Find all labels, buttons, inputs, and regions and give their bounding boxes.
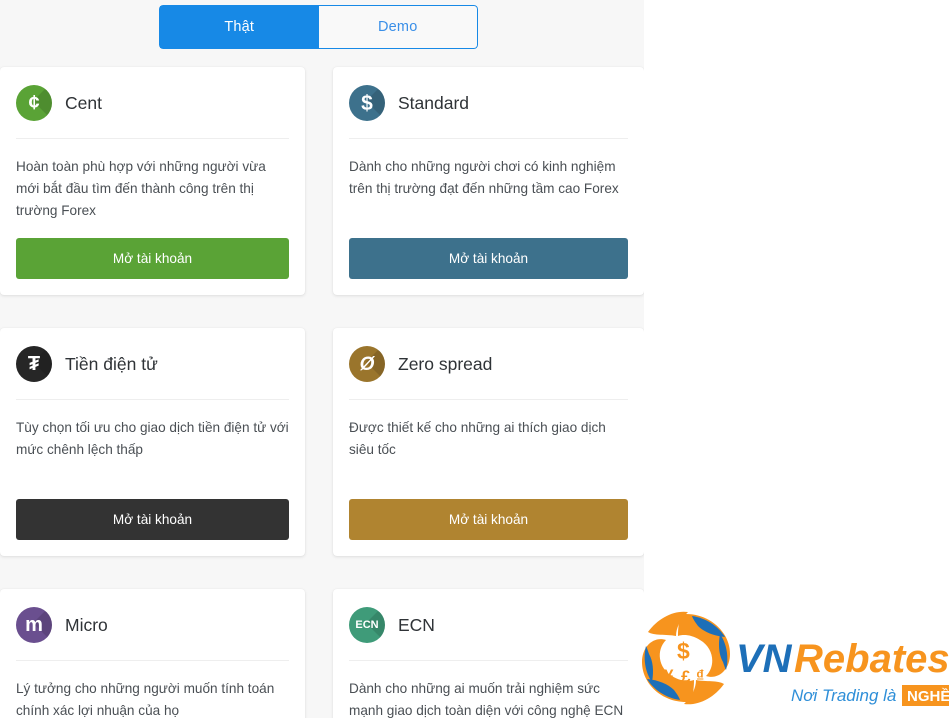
account-card-zero-spread: Ø Zero spread Được thiết kế cho những ai…	[333, 328, 644, 557]
card-title-ecn: ECN	[398, 614, 435, 635]
card-description-micro: Lý tưởng cho những người muốn tính toán …	[16, 681, 275, 718]
account-card-ecn: ECN ECN Dành cho những ai muốn trải nghi…	[333, 589, 644, 718]
micro-m-icon: m	[16, 607, 52, 644]
account-type-toggle[interactable]: Thật Demo	[159, 5, 478, 49]
account-card-crypto: ₮ Tiền điện tử Tùy chọn tối ưu cho giao …	[0, 328, 305, 557]
account-card-micro: m Micro Lý tưởng cho những người muốn tí…	[0, 589, 305, 718]
card-title-standard: Standard	[398, 92, 470, 113]
card-description-cent: Hoàn toàn phù hợp với những người vừa mớ…	[16, 159, 266, 219]
tab-demo-account[interactable]: Demo	[318, 5, 478, 49]
card-cell-standard: $ Standard Dành cho những người chơi có …	[322, 67, 644, 328]
card-header: ECN ECN	[349, 607, 628, 662]
tether-icon: ₮	[16, 346, 52, 383]
ecn-icon: ECN	[349, 607, 385, 644]
logo-mark: $ ¥ £ ₫	[642, 611, 730, 705]
card-description-ecn: Dành cho những ai muốn trải nghiệm sức m…	[349, 681, 624, 718]
open-account-button-standard[interactable]: Mở tài khoản	[349, 238, 628, 279]
logo-symbol-yen: ¥	[664, 666, 674, 685]
logo-symbol-pound: £	[681, 667, 691, 686]
logo-tagline: Nơi Trading là	[791, 686, 896, 705]
card-description-crypto: Tùy chọn tối ưu cho giao dịch tiền điện …	[16, 420, 289, 458]
open-account-button-zero-spread[interactable]: Mở tài khoản	[349, 499, 628, 541]
logo-tagline-nghe: NGHỀ	[907, 688, 950, 705]
card-cell-crypto: ₮ Tiền điện tử Tùy chọn tối ưu cho giao …	[0, 328, 322, 589]
card-title-crypto: Tiền điện tử	[65, 353, 158, 374]
card-cell-micro: m Micro Lý tưởng cho những người muốn tí…	[0, 589, 322, 718]
card-header: Ø Zero spread	[349, 346, 628, 401]
vnrebates-logo: $ ¥ £ ₫ VN Rebates Nơi Trading là NGHỀ	[640, 606, 952, 718]
logo-symbol-dollar: $	[677, 638, 690, 664]
account-card-standard: $ Standard Dành cho những người chơi có …	[333, 67, 644, 295]
card-cell-cent: ¢ Cent Hoàn toàn phù hợp với những người…	[0, 67, 322, 328]
card-title-zero-spread: Zero spread	[398, 353, 493, 374]
card-cell-zero-spread: Ø Zero spread Được thiết kế cho những ai…	[322, 328, 644, 589]
card-description-zero-spread: Được thiết kế cho những ai thích giao dị…	[349, 420, 606, 458]
account-card-cent: ¢ Cent Hoàn toàn phù hợp với những người…	[0, 67, 305, 296]
logo-wordmark-vn: VN	[736, 637, 793, 681]
card-header: $ Standard	[349, 85, 628, 139]
content-area: Thật Demo ¢ Cent Hoàn toàn phù hợp với n…	[0, 0, 644, 718]
card-header: ¢ Cent	[16, 85, 289, 139]
open-account-button-crypto[interactable]: Mở tài khoản	[16, 499, 289, 541]
dollar-icon: $	[349, 85, 385, 121]
card-title-micro: Micro	[65, 614, 108, 635]
account-cards-grid: ¢ Cent Hoàn toàn phù hợp với những người…	[0, 67, 644, 718]
card-cell-ecn: ECN ECN Dành cho những ai muốn trải nghi…	[322, 589, 644, 718]
open-account-button-cent[interactable]: Mở tài khoản	[16, 238, 289, 280]
zero-slash-icon: Ø	[349, 346, 385, 383]
logo-symbol-dong: ₫	[696, 668, 704, 685]
page-root: Thật Demo ¢ Cent Hoàn toàn phù hợp với n…	[0, 0, 952, 718]
tab-real-account[interactable]: Thật	[159, 5, 319, 49]
cent-icon: ¢	[16, 85, 52, 121]
logo-wordmark-rebates: Rebates	[794, 637, 950, 681]
card-title-cent: Cent	[65, 92, 102, 113]
card-header: ₮ Tiền điện tử	[16, 346, 289, 401]
card-description-standard: Dành cho những người chơi có kinh nghiệm…	[349, 159, 619, 197]
card-header: m Micro	[16, 607, 289, 662]
